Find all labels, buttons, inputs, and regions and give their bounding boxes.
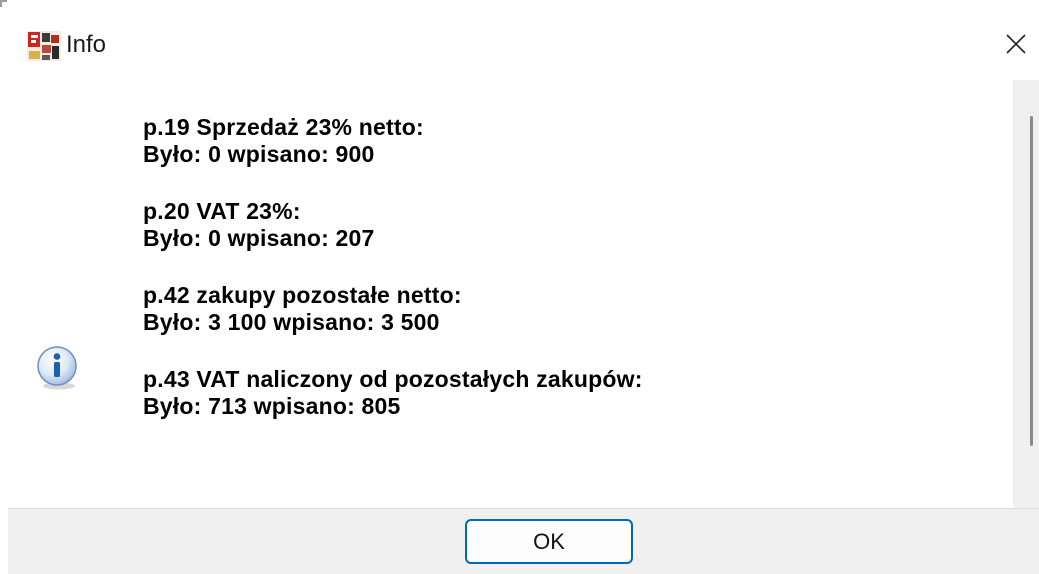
- button-bar: OK: [8, 508, 1039, 574]
- field-label-p20: p.20 VAT 23%:: [143, 198, 301, 224]
- vertical-scrollbar[interactable]: [1013, 80, 1039, 508]
- field-change-p20: Było: 0 wpisano: 207: [143, 225, 375, 251]
- info-icon: [37, 346, 77, 390]
- ok-button[interactable]: OK: [465, 519, 633, 564]
- field-label-p42: p.42 zakupy pozostałe netto:: [143, 282, 462, 308]
- message-text: p.19 Sprzedaż 23% netto: Było: 0 wpisano…: [143, 114, 963, 450]
- message-block-p20: p.20 VAT 23%: Było: 0 wpisano: 207: [143, 198, 963, 252]
- field-label-p43: p.43 VAT naliczony od pozostałych zakupó…: [143, 366, 643, 392]
- window-corner: [0, 0, 7, 7]
- title-bar: Info: [0, 0, 1039, 80]
- message-block-p43: p.43 VAT naliczony od pozostałych zakupó…: [143, 366, 963, 420]
- app-icon: [27, 31, 61, 61]
- message-block-p19: p.19 Sprzedaż 23% netto: Było: 0 wpisano…: [143, 114, 963, 168]
- message-block-p42: p.42 zakupy pozostałe netto: Było: 3 100…: [143, 282, 963, 336]
- close-icon: [1006, 34, 1026, 54]
- dialog-content: p.19 Sprzedaż 23% netto: Było: 0 wpisano…: [0, 80, 1013, 508]
- field-change-p42: Było: 3 100 wpisano: 3 500: [143, 309, 440, 335]
- field-change-p43: Było: 713 wpisano: 805: [143, 393, 401, 419]
- close-button[interactable]: [996, 24, 1036, 64]
- field-label-p19: p.19 Sprzedaż 23% netto:: [143, 114, 424, 140]
- scrollbar-thumb[interactable]: [1030, 116, 1033, 446]
- field-change-p19: Było: 0 wpisano: 900: [143, 141, 375, 167]
- window-title: Info: [66, 31, 107, 58]
